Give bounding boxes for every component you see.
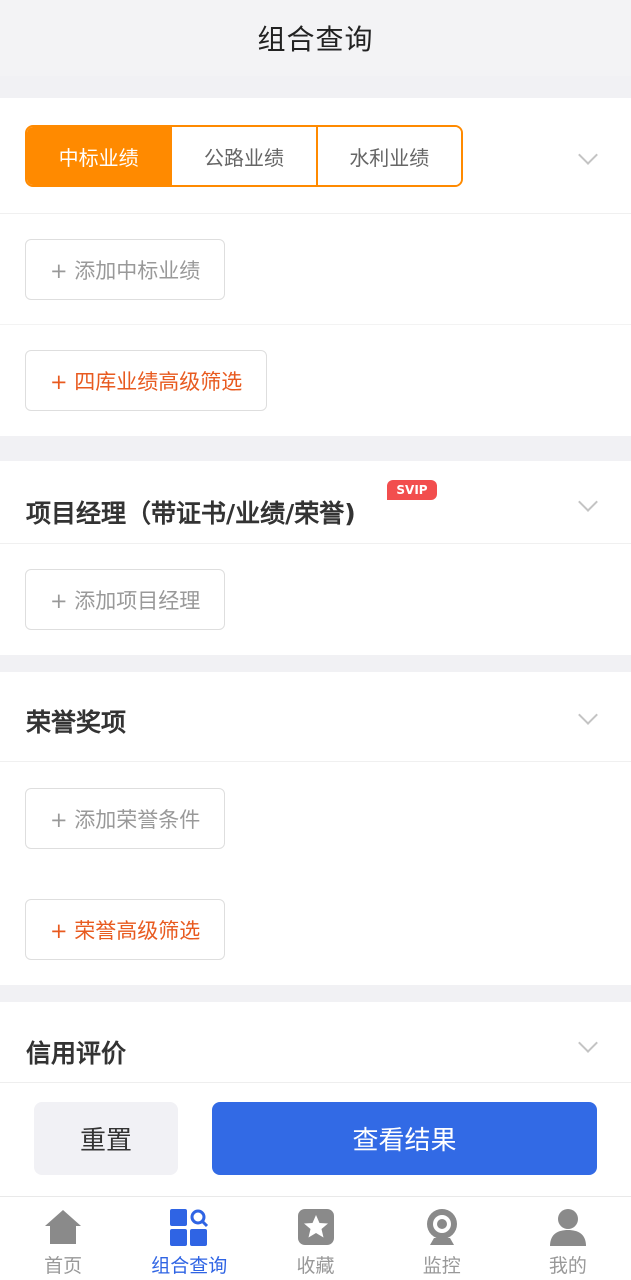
action-footer: 重置 查看结果 [0, 1082, 631, 1196]
tab-favorites[interactable]: 收藏 [252, 1197, 378, 1280]
add-bid-performance-button[interactable]: + 添加中标业绩 [25, 239, 226, 300]
chevron-down-icon[interactable] [578, 492, 598, 512]
project-manager-title: 项目经理（带证书/业绩/荣誉) [26, 499, 356, 528]
add-honor-condition-button[interactable]: + 添加荣誉条件 [25, 788, 226, 849]
tab-profile[interactable]: 我的 [505, 1197, 631, 1280]
tab-combined-search[interactable]: 组合查询 [126, 1197, 252, 1280]
tab-water-performance[interactable]: 水利业绩 [315, 127, 461, 185]
favorites-star-icon [296, 1207, 336, 1247]
tab-home[interactable]: 首页 [0, 1197, 126, 1280]
chevron-down-icon[interactable] [578, 1033, 598, 1053]
profile-person-icon [548, 1207, 588, 1247]
tab-label: 我的 [548, 1255, 587, 1277]
monitor-camera-icon [422, 1207, 462, 1247]
credit-title: 信用评价 [26, 1039, 127, 1068]
honor-title: 荣誉奖项 [26, 708, 127, 737]
tab-label: 监控 [422, 1255, 461, 1277]
svip-badge: SVIP [387, 480, 437, 500]
header-bar: 组合查询 [0, 0, 631, 76]
tab-label: 首页 [44, 1255, 83, 1277]
performance-type-segment: 中标业绩 公路业绩 水利业绩 [25, 125, 463, 187]
page-title: 组合查询 [257, 23, 374, 56]
chevron-down-icon[interactable] [578, 145, 598, 165]
tab-monitor[interactable]: 监控 [379, 1197, 505, 1280]
tab-label: 收藏 [296, 1255, 335, 1277]
home-icon [43, 1207, 83, 1247]
divider [0, 324, 631, 325]
tab-bid-performance[interactable]: 中标业绩 [27, 127, 171, 185]
honor-advanced-filter-button[interactable]: + 荣誉高级筛选 [25, 899, 226, 960]
tab-label: 组合查询 [151, 1255, 228, 1277]
combined-search-icon [169, 1207, 209, 1247]
add-project-manager-button[interactable]: + 添加项目经理 [25, 569, 226, 630]
advanced-filter-button[interactable]: + 四库业绩高级筛选 [25, 350, 268, 411]
chevron-down-icon[interactable] [578, 705, 598, 725]
bottom-tab-bar: 首页 组合查询 收藏 监控 我的 [0, 1196, 631, 1280]
reset-button[interactable]: 重置 [34, 1102, 178, 1175]
tab-highway-performance[interactable]: 公路业绩 [170, 127, 316, 185]
view-results-button[interactable]: 查看结果 [212, 1102, 597, 1175]
